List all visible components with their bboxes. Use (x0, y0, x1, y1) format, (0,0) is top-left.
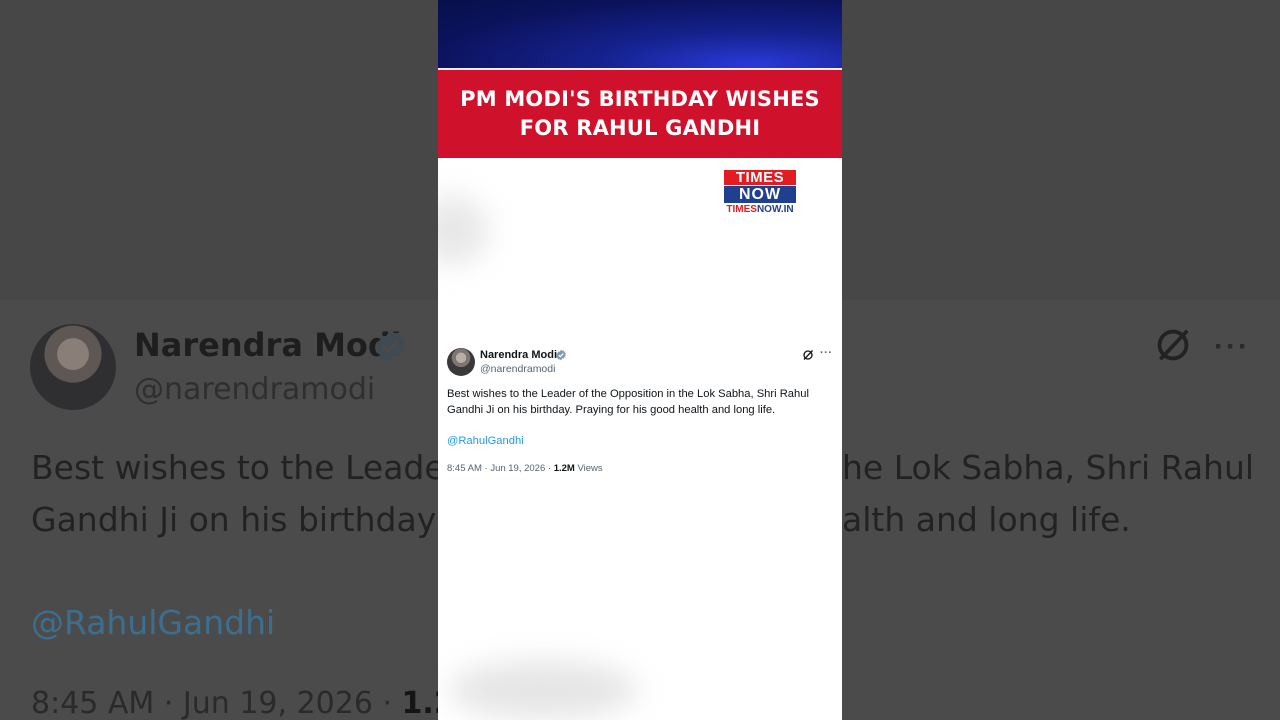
tweet-text: Best wishes to the Leader of the Opposit… (447, 386, 837, 418)
views-label: Views (577, 463, 603, 474)
tweet-date[interactable]: Jun 19, 2026 (490, 463, 545, 474)
logo-url-suffix: NOW.IN (756, 204, 794, 215)
avatar[interactable] (447, 348, 475, 376)
tweet-text-line-2: Gandhi Ji on his birthday. Praying for h… (447, 404, 776, 416)
mention-link[interactable]: @RahulGandhi (447, 435, 524, 447)
headline-line-2: FOR RAHUL GANDHI (519, 116, 761, 140)
mention-link: @RahulGandhi (31, 603, 276, 642)
blue-banner (438, 0, 842, 68)
tweet-meta: 8:45 AM · Jun 19, 2026 · 1.2M (31, 686, 485, 720)
more-options-icon[interactable]: ··· (820, 347, 833, 359)
grok-icon[interactable] (802, 349, 814, 361)
times-now-logo: TIMES NOW TIMESNOW.IN (724, 170, 796, 216)
blur-smudge (448, 660, 638, 720)
tweet-text-fragment: Gandhi Ji on his birthday (31, 500, 437, 539)
headline-line-1: PM MODI'S BIRTHDAY WISHES (460, 87, 820, 111)
tweet-meta: 8:45 AM · Jun 19, 2026 · 1.2M Views (447, 463, 603, 474)
avatar (30, 324, 116, 410)
video-frame: PM MODI'S BIRTHDAY WISHES FOR RAHUL GAND… (438, 0, 842, 720)
grok-icon (1157, 329, 1189, 361)
logo-url-prefix: TIMES (726, 204, 757, 215)
tweet-text-fragment: alth and long life. (842, 500, 1131, 539)
tweet-meta-text: 8:45 AM · Jun 19, 2026 · (31, 686, 402, 720)
tweet-text-line-1: Best wishes to the Leader of the Opposit… (447, 388, 809, 400)
verified-badge-icon (375, 330, 405, 362)
author-name[interactable]: Narendra Modi (480, 349, 557, 361)
logo-url: TIMESNOW.IN (724, 204, 796, 216)
blur-smudge (438, 195, 488, 265)
tweet-text-fragment: he Lok Sabha, Shri Rahul (842, 448, 1255, 487)
more-options-icon: ··· (1214, 330, 1250, 363)
logo-times-text: TIMES (724, 170, 796, 185)
author-handle: @narendramodi (134, 372, 376, 407)
author-handle[interactable]: @narendramodi (480, 363, 555, 375)
headline-banner: PM MODI'S BIRTHDAY WISHES FOR RAHUL GAND… (438, 68, 842, 158)
tweet-time[interactable]: 8:45 AM (447, 463, 482, 474)
author-name: Narendra Modi (134, 326, 402, 364)
headline: PM MODI'S BIRTHDAY WISHES FOR RAHUL GAND… (450, 85, 830, 143)
verified-badge-icon (556, 349, 566, 361)
tweet-text-fragment: Best wishes to the Leade (31, 448, 445, 487)
tweet-card[interactable]: Narendra Modi @narendramodi ··· Best wis… (438, 338, 842, 478)
logo-now-text: NOW (724, 186, 796, 203)
views-count: 1.2M (553, 463, 575, 474)
